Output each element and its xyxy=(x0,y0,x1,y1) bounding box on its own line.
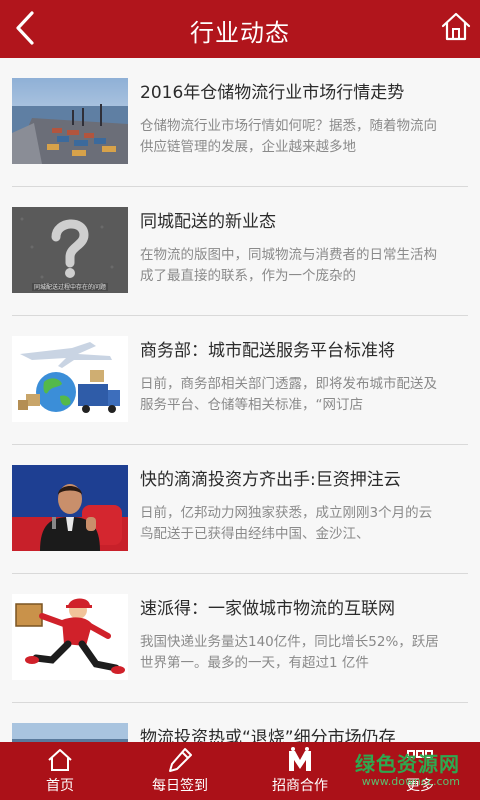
article-title: 2016年仓储物流行业市场行情走势 xyxy=(140,83,405,103)
news-item[interactable]: 同城配送过程中存在的问题 同城配送的新业态 在物流的版图中，同城物流与消费者的日… xyxy=(0,187,480,316)
article-summary: 我国快递业务量达140亿件，同比增长52%，跃居世界第一。最多的一天，有超过1 … xyxy=(140,634,439,671)
home-button[interactable] xyxy=(440,10,472,44)
speaker-portrait-image xyxy=(12,465,128,551)
app-screen: 行业动态 2016年仓储物流行业市场行情走势 仓储物流行业市场行情如何呢？据悉，… xyxy=(0,0,480,800)
article-title: 速派得：一家做城市物流的互联网 xyxy=(140,599,395,619)
m-logo-icon xyxy=(289,747,311,771)
article-summary: 日前，亿邦动力网独家获悉，成立刚刚3个月的云鸟配送于已获得由经纬中国、金沙江、 xyxy=(140,505,433,542)
tab-home[interactable]: 首页 xyxy=(0,742,120,800)
watermark-title: 绿色资源网 xyxy=(355,752,460,776)
tab-label: 招商合作 xyxy=(272,778,328,794)
port-containers-image xyxy=(12,78,128,164)
news-item[interactable]: 速派得：一家做城市物流的互联网 我国快递业务量达140亿件，同比增长52%，跃居… xyxy=(0,574,480,703)
article-title: 快的滴滴投资方齐出手:巨资押注云 xyxy=(140,470,401,490)
news-item[interactable]: 快的滴滴投资方齐出手:巨资押注云 日前，亿邦动力网独家获悉，成立刚刚3个月的云鸟… xyxy=(0,445,480,574)
cargo-image xyxy=(12,723,128,742)
pen-icon xyxy=(169,748,192,772)
courier-running-image xyxy=(12,594,128,680)
tab-label: 首页 xyxy=(46,778,74,794)
news-item[interactable]: 物流投资热或“退烧”细分市场仍存 xyxy=(0,703,480,742)
article-title: 物流投资热或“退烧”细分市场仍存 xyxy=(140,728,396,742)
news-list: 2016年仓储物流行业市场行情走势 仓储物流行业市场行情如何呢？据悉，随着物流向… xyxy=(0,58,480,742)
image-caption: 同城配送过程中存在的问题 xyxy=(33,284,106,291)
tab-label: 每日签到 xyxy=(152,778,208,794)
article-title: 商务部：城市配送服务平台标准将 xyxy=(140,341,395,361)
article-summary: 仓储物流行业市场行情如何呢？据悉，随着物流向供应链管理的发展，企业越来越多地 xyxy=(140,118,437,155)
top-bar: 行业动态 xyxy=(0,0,480,58)
article-title: 同城配送的新业态 xyxy=(140,212,276,232)
home-icon xyxy=(48,749,72,771)
page-title: 行业动态 xyxy=(190,19,290,47)
tab-business-cooperation[interactable]: 招商合作 xyxy=(240,742,360,800)
article-summary: 在物流的版图中，同城物流与消费者的日常生活构成了最直接的联系，作为一个庞杂的 xyxy=(140,247,437,284)
question-mark-image: 同城配送过程中存在的问题 xyxy=(12,207,128,293)
home-icon xyxy=(441,12,471,41)
watermark-url: www.downcc.com xyxy=(361,775,460,788)
tab-daily-signin[interactable]: 每日签到 xyxy=(120,742,240,800)
news-item[interactable]: 商务部：城市配送服务平台标准将 日前，商务部相关部门透露，即将发布城市配送及服务… xyxy=(0,316,480,445)
news-item[interactable]: 2016年仓储物流行业市场行情走势 仓储物流行业市场行情如何呢？据悉，随着物流向… xyxy=(0,58,480,187)
watermark: 绿色资源网 www.downcc.com xyxy=(355,748,460,788)
article-summary: 日前，商务部相关部门透露，即将发布城市配送及服务平台、仓储等相关标准，“网订店 xyxy=(140,376,437,413)
logistics-globe-image xyxy=(12,336,128,422)
